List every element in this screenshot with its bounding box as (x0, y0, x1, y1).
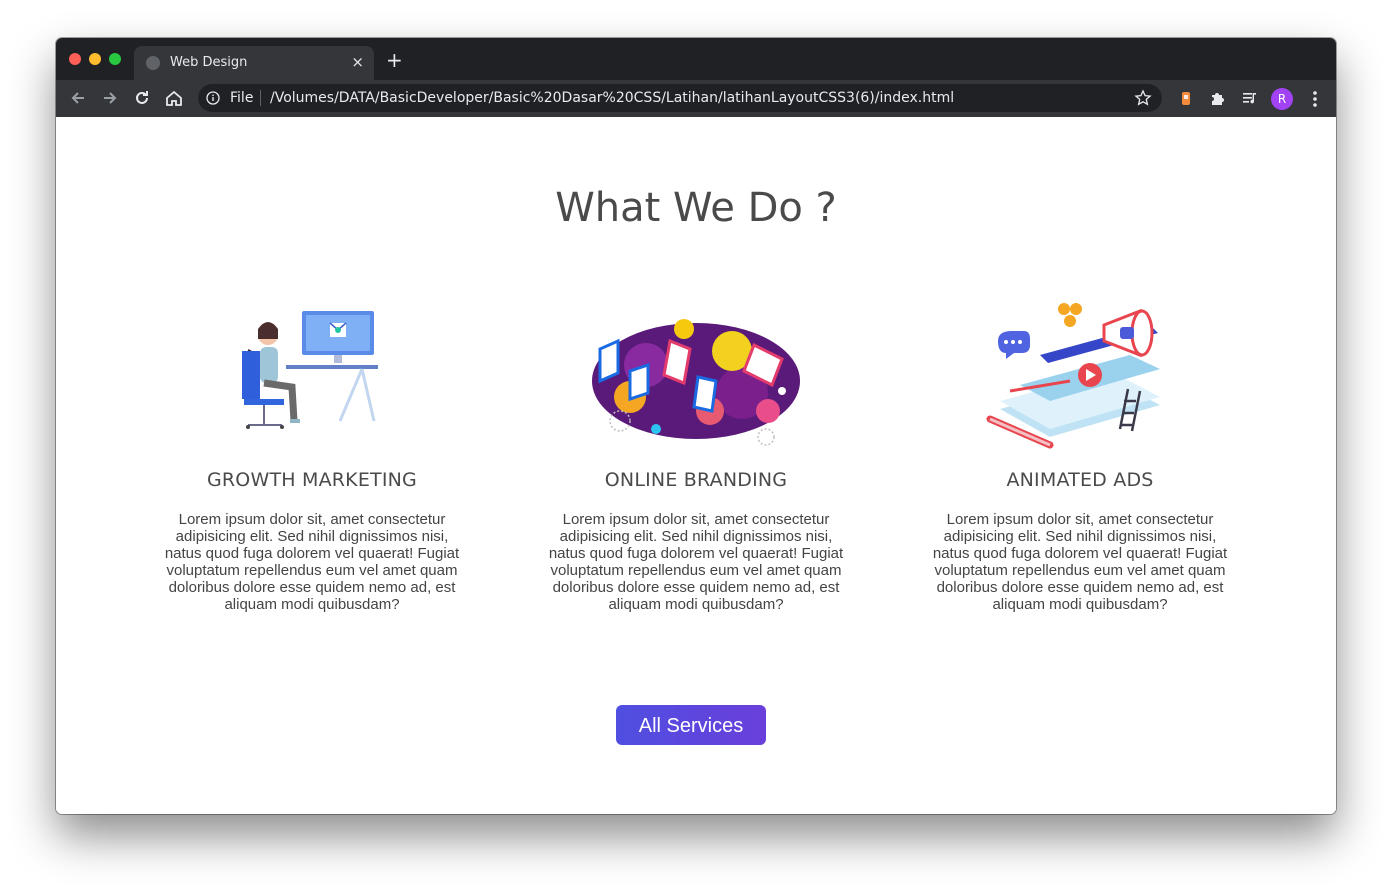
reload-icon[interactable] (132, 88, 152, 108)
back-icon[interactable] (68, 88, 88, 108)
tab-bar: Web Design × + (56, 38, 1336, 80)
scheme-label: File (230, 90, 254, 106)
browser-toolbar: File /Volumes/DATA/BasicDeveloper/Basic%… (56, 80, 1336, 117)
tab-title: Web Design (170, 55, 248, 70)
person-at-desk-illustration (242, 311, 378, 429)
service-card-growth-marketing: GROWTH MARKETING Lorem ipsum dolor sit, … (152, 301, 472, 613)
service-description: Lorem ipsum dolor sit, amet consectetur … (164, 511, 460, 613)
extension-icon[interactable] (1177, 89, 1195, 107)
minimize-window-button[interactable] (89, 53, 101, 65)
info-icon[interactable] (206, 91, 220, 105)
profile-avatar[interactable]: R (1271, 88, 1293, 110)
browser-window: Web Design × + File /Volumes/DATA/BasicD… (56, 38, 1336, 814)
url-text[interactable]: /Volumes/DATA/BasicDeveloper/Basic%20Das… (270, 90, 954, 106)
bookmark-star-icon[interactable] (1134, 89, 1152, 107)
divider (260, 90, 261, 106)
service-card-animated-ads: ANIMATED ADS Lorem ipsum dolor sit, amet… (920, 301, 1240, 613)
page-title: What We Do ? (555, 185, 837, 231)
brand-lettering-illustration (592, 319, 800, 446)
forward-icon[interactable] (100, 88, 120, 108)
address-bar[interactable]: File /Volumes/DATA/BasicDeveloper/Basic%… (198, 84, 1162, 112)
globe-icon (146, 56, 160, 70)
megaphone-ads-illustration (986, 303, 1160, 449)
tab-close-icon[interactable]: × (351, 53, 364, 71)
service-title: GROWTH MARKETING (206, 469, 417, 491)
service-card-online-branding: ONLINE BRANDING Lorem ipsum dolor sit, a… (536, 301, 856, 613)
service-description: Lorem ipsum dolor sit, amet consectetur … (932, 511, 1228, 613)
tab-web-design[interactable]: Web Design × (134, 46, 374, 80)
close-window-button[interactable] (69, 53, 81, 65)
home-icon[interactable] (164, 88, 184, 108)
new-tab-button[interactable]: + (386, 50, 403, 70)
media-queue-icon[interactable] (1241, 89, 1259, 107)
service-title: ONLINE BRANDING (604, 469, 788, 491)
service-title: ANIMATED ADS (1006, 469, 1154, 491)
more-options-icon[interactable] (1308, 89, 1322, 109)
service-description: Lorem ipsum dolor sit, amet consectetur … (548, 511, 844, 613)
maximize-window-button[interactable] (109, 53, 121, 65)
page-content: What We Do ? GROWTH MARKETING Lorem ipsu… (56, 117, 1336, 814)
puzzle-icon[interactable] (1209, 89, 1227, 107)
all-services-button[interactable]: All Services (616, 705, 766, 745)
